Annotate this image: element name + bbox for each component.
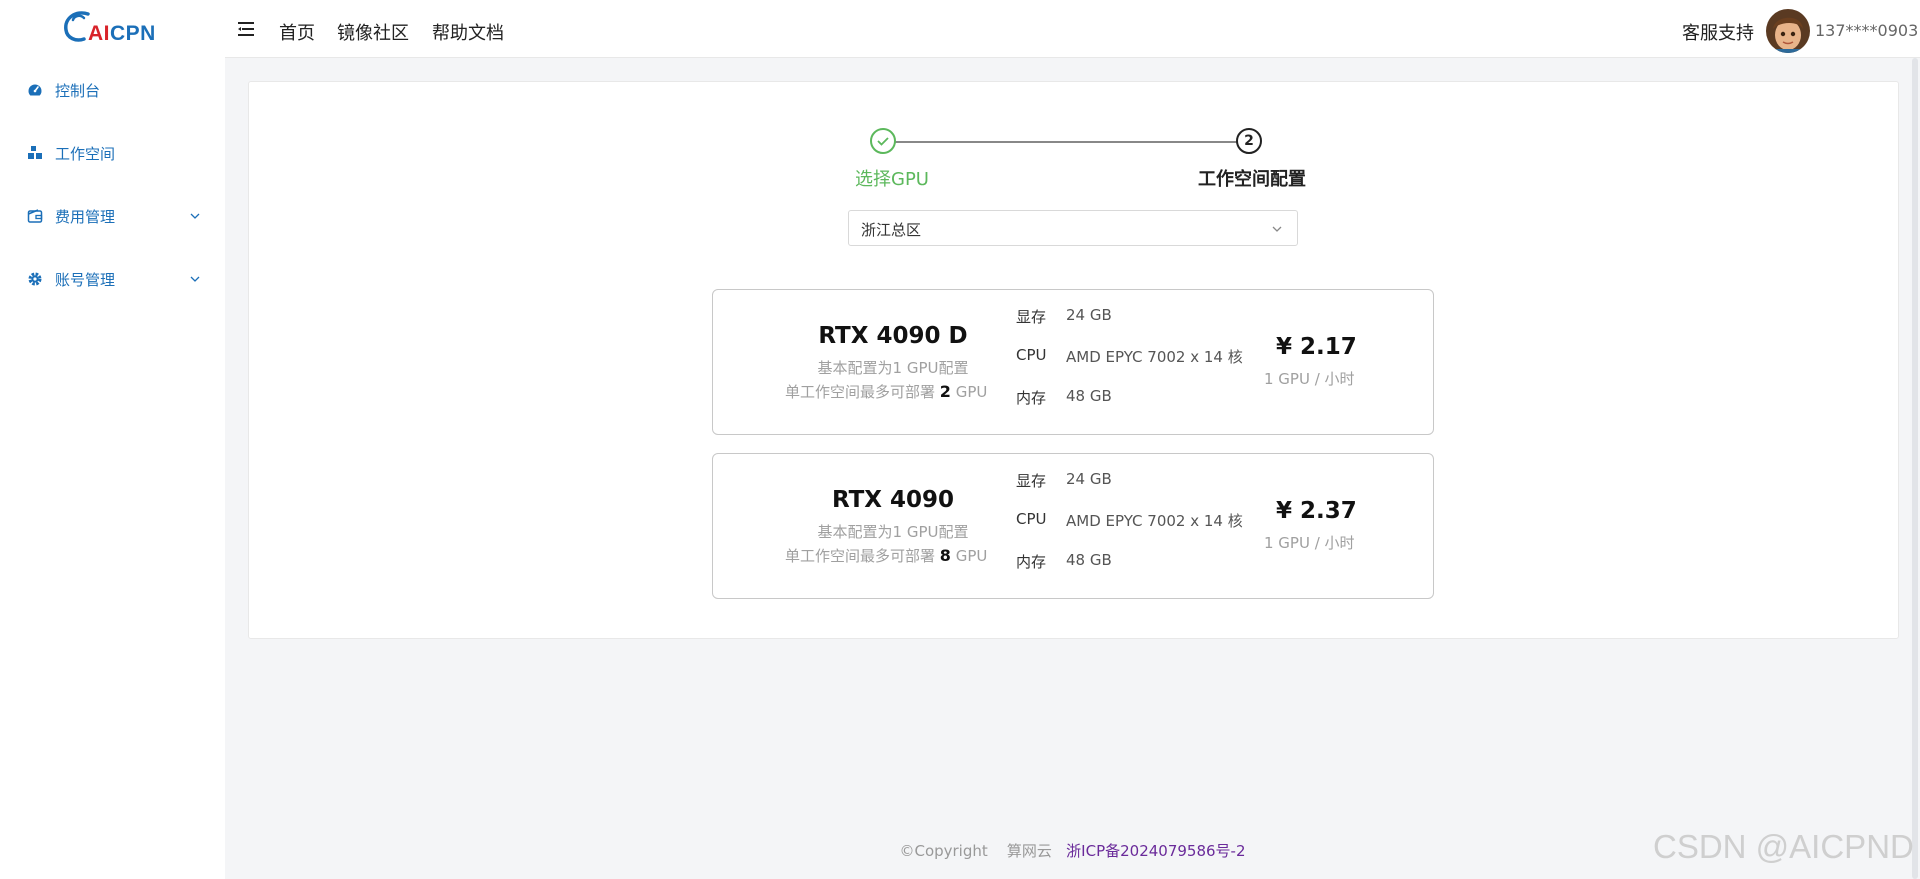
nav-help-docs[interactable]: 帮助文档 [432, 19, 504, 45]
step-connector [893, 141, 1247, 143]
nav-image-community[interactable]: 镜像社区 [337, 19, 409, 45]
sidebar-item-label: 账号管理 [55, 271, 116, 289]
spec-label: CPU [1016, 510, 1047, 528]
check-icon [877, 137, 889, 146]
spec-value: 24 GB [1066, 470, 1112, 488]
footer-copyright: ©Copyright [899, 842, 988, 860]
sidebar-item-label: 费用管理 [55, 208, 116, 226]
step-2-label: 工作空间配置 [1198, 169, 1306, 190]
watermark: CSDN @AICPND [1653, 828, 1914, 865]
gpu-card-rtx-4090[interactable]: RTX 4090 基本配置为1 GPU配置 单工作空间最多可部署 8 GPU 显… [712, 453, 1434, 599]
wallet-icon [27, 209, 43, 223]
sidebar-item-label: 工作空间 [55, 145, 116, 163]
gpu-price: ¥ 2.17 [1276, 334, 1357, 360]
sidebar-item-label: 控制台 [55, 82, 101, 100]
spec-value: 48 GB [1066, 551, 1112, 569]
gpu-price: ¥ 2.37 [1276, 498, 1357, 524]
nav-home[interactable]: 首页 [279, 19, 315, 45]
sidebar-item-account[interactable]: 账号管理 [0, 259, 225, 299]
workspace-icon [28, 146, 42, 159]
avatar[interactable] [1766, 9, 1810, 53]
user-phone[interactable]: 137****0903 [1815, 21, 1918, 40]
spec-label: 显存 [1016, 308, 1047, 326]
region-select[interactable]: 浙江总区 [848, 210, 1298, 246]
step-1-done [870, 128, 896, 154]
spec-value: AMD EPYC 7002 x 14 核 [1066, 348, 1243, 366]
user-avatar-image [1766, 9, 1810, 53]
spec-value: AMD EPYC 7002 x 14 核 [1066, 512, 1243, 530]
chevron-down-icon [190, 276, 200, 282]
footer-icp-link[interactable]: 浙ICP备2024079586号-2 [1066, 842, 1245, 860]
gpu-price-unit: 1 GPU / 小时 [1264, 370, 1355, 388]
customer-support-link[interactable]: 客服支持 [1682, 19, 1754, 45]
stepper: 2 选择GPU 工作空间配置 [855, 128, 1310, 190]
gpu-max-deploy: 单工作空间最多可部署 2 GPU [785, 382, 988, 401]
gpu-card-rtx-4090-d[interactable]: RTX 4090 D 基本配置为1 GPU配置 单工作空间最多可部署 2 GPU… [712, 289, 1434, 435]
sidebar: AICPN 控制台 工作空间 费用管理 账号管理 [0, 0, 225, 879]
spec-value: 24 GB [1066, 306, 1112, 324]
sidebar-item-workspace[interactable]: 工作空间 [0, 133, 225, 173]
brand-logo[interactable]: AICPN [58, 8, 158, 52]
spec-value: 48 GB [1066, 387, 1112, 405]
page-scrollbar[interactable] [1910, 58, 1920, 879]
step-2-active: 2 [1236, 128, 1262, 154]
region-select-value: 浙江总区 [861, 221, 922, 239]
sidebar-item-billing[interactable]: 费用管理 [0, 196, 225, 236]
sidebar-item-console[interactable]: 控制台 [0, 70, 225, 110]
spec-label: 内存 [1016, 553, 1047, 571]
gear-icon [28, 272, 42, 286]
dashboard-icon [28, 84, 42, 98]
scrollbar-thumb[interactable] [1912, 58, 1918, 879]
menu-toggle-icon[interactable] [238, 22, 254, 36]
step-1-label: 选择GPU [855, 169, 929, 190]
top-header: 首页 镜像社区 帮助文档 客服支持 137****0903 [225, 0, 1920, 58]
gpu-price-unit: 1 GPU / 小时 [1264, 534, 1355, 552]
chevron-down-icon [190, 213, 200, 219]
footer-company: 算网云 [1006, 842, 1052, 860]
spec-label: 内存 [1016, 389, 1047, 407]
logo-text: AICPN [88, 22, 156, 45]
gpu-max-deploy: 单工作空间最多可部署 8 GPU [785, 546, 988, 565]
chevron-down-icon [1272, 226, 1282, 232]
spec-label: 显存 [1016, 472, 1047, 490]
spec-label: CPU [1016, 346, 1047, 364]
